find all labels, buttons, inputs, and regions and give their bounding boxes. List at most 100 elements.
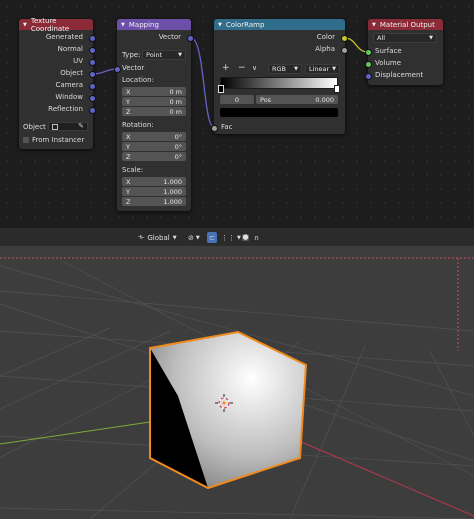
scale-z-value: 1.000 [163, 197, 182, 206]
location-z-value: 0 m [169, 107, 182, 116]
material-output-node[interactable]: ▼ Material Output All ▼ Surface Volume D… [365, 19, 443, 85]
color-ramp-gradient[interactable] [220, 77, 338, 89]
color-ramp-input-fac: Fac [221, 123, 233, 131]
render-target-dropdown[interactable]: All ▼ [373, 33, 437, 43]
proportional-editing-toggle[interactable]: ● [242, 232, 249, 243]
orientation-value: Global [147, 233, 170, 242]
link-mapping-to-colorramp [190, 37, 215, 128]
socket-color-ramp-in-fac[interactable] [211, 125, 218, 132]
pivot-point-dropdown[interactable]: ⊘ ▼ [188, 232, 200, 243]
axis-label: X [126, 177, 131, 186]
material-output-header[interactable]: ▼ Material Output [368, 19, 443, 30]
output-uv: UV [73, 57, 83, 65]
mapping-type-dropdown[interactable]: Point ▼ [142, 50, 186, 60]
socket-displacement[interactable] [365, 73, 372, 80]
snap-magnet-icon: ⊂ [209, 233, 215, 242]
color-ramp-title: ColorRamp [225, 20, 265, 29]
snap-toggle[interactable]: ⊂ [207, 232, 217, 243]
socket-window[interactable] [89, 95, 96, 102]
texture-coordinate-node[interactable]: ▼ Texture Coordinate Generated Normal UV… [19, 16, 96, 149]
socket-camera[interactable] [89, 83, 96, 90]
color-ramp-header[interactable]: ▼ ColorRamp [214, 19, 345, 30]
scale-y-value: 1.000 [163, 187, 182, 196]
color-stop-black-marker[interactable] [218, 85, 224, 93]
axis-label: Y [126, 142, 130, 151]
axis-label: X [126, 132, 131, 141]
collapse-triangle-icon[interactable]: ▼ [121, 22, 125, 28]
proportional-falloff-dropdown[interactable]: ∩ [254, 232, 259, 243]
scale-y-field[interactable]: Y 1.000 [122, 187, 186, 196]
snap-increment-icon: ⋮⋮ [221, 233, 235, 242]
socket-uv[interactable] [89, 59, 96, 66]
location-z-field[interactable]: Z 0 m [122, 107, 186, 116]
socket-object[interactable] [89, 71, 96, 78]
eyedropper-icon[interactable]: ✎ [78, 122, 84, 130]
mapping-input-vector: Vector [122, 64, 145, 72]
object-origin [222, 401, 226, 405]
location-y-value: 0 m [169, 97, 182, 106]
rotation-z-field[interactable]: Z 0° [122, 152, 186, 161]
interpolation-dropdown[interactable]: Linear ▼ [305, 64, 340, 74]
from-instancer-label: From Instancer [32, 136, 85, 144]
render-target-value: All [377, 34, 386, 42]
mapping-node[interactable]: ▼ Mapping Vector Type: Point ▼ Vector Lo… [114, 19, 194, 211]
proportional-editing-icon: ● [242, 233, 249, 241]
axis-label: Z [126, 197, 131, 206]
color-stop-white-marker[interactable] [334, 85, 340, 93]
location-y-field[interactable]: Y 0 m [122, 97, 186, 106]
chevron-down-icon: ▼ [178, 52, 182, 58]
add-stop-button[interactable]: + [222, 63, 230, 73]
color-ramp-node[interactable]: ▼ ColorRamp Color Alpha + − ∨ RGB ▼ Line… [211, 19, 348, 134]
rotation-x-value: 0° [174, 132, 182, 141]
color-ramp-output-alpha: Alpha [315, 45, 335, 53]
viewport-scene [0, 257, 474, 519]
mapping-output-vector: Vector [158, 33, 181, 41]
shader-node-editor[interactable]: ▼ Texture Coordinate Generated Normal UV… [0, 0, 474, 228]
chevron-down-icon: ▼ [332, 66, 336, 72]
rotation-y-field[interactable]: Y 0° [122, 142, 186, 151]
collapse-triangle-icon[interactable]: ▼ [218, 22, 222, 28]
axis-label: X [126, 87, 131, 96]
socket-color-ramp-out-alpha[interactable] [341, 47, 348, 54]
axis-label: Z [126, 107, 131, 116]
mapping-header[interactable]: ▼ Mapping [117, 19, 191, 30]
collapse-triangle-icon[interactable]: ▼ [23, 22, 27, 28]
collapse-triangle-icon[interactable]: ▼ [372, 22, 376, 28]
3d-viewport[interactable] [0, 246, 474, 519]
texture-coordinate-title: Texture Coordinate [30, 16, 70, 33]
stop-color-swatch[interactable] [220, 108, 338, 117]
output-normal: Normal [57, 45, 83, 53]
input-surface: Surface [375, 47, 402, 55]
chevron-down-icon: ▼ [294, 66, 298, 72]
scale-x-field[interactable]: X 1.000 [122, 177, 186, 186]
selected-cube[interactable] [149, 330, 308, 490]
snap-target-dropdown[interactable]: ⋮⋮ ▼ [221, 232, 241, 243]
socket-color-ramp-out-color[interactable] [341, 35, 348, 42]
texture-coordinate-header[interactable]: ▼ Texture Coordinate [19, 16, 93, 33]
scale-z-field[interactable]: Z 1.000 [122, 197, 186, 206]
socket-reflection[interactable] [89, 107, 96, 114]
input-displacement: Displacement [375, 71, 424, 79]
socket-mapping-in-vector[interactable] [114, 66, 121, 73]
transform-orientation-dropdown[interactable]: ⟛ Global ▼ [138, 232, 177, 243]
location-x-field[interactable]: X 0 m [122, 87, 186, 96]
from-instancer-checkbox[interactable] [23, 137, 29, 143]
rotation-x-field[interactable]: X 0° [122, 132, 186, 141]
remove-stop-button[interactable]: − [238, 63, 246, 73]
ramp-menu-button[interactable]: ∨ [252, 64, 257, 72]
axis-label: Y [126, 187, 130, 196]
mapping-type-value: Point [146, 51, 163, 59]
color-mode-dropdown[interactable]: RGB ▼ [268, 64, 302, 74]
viewport-header: ⟛ Global ▼ ⊘ ▼ ⊂ ⋮⋮ ▼ ● ∩ [0, 228, 474, 246]
socket-surface[interactable] [365, 49, 372, 56]
socket-normal[interactable] [89, 47, 96, 54]
output-generated: Generated [45, 33, 83, 41]
interpolation-value: Linear [309, 65, 330, 73]
socket-mapping-out-vector[interactable] [187, 35, 194, 42]
object-field[interactable]: ✎ [48, 122, 88, 131]
axis-label: Y [126, 97, 130, 106]
active-stop-index-field[interactable]: 0 [220, 95, 254, 104]
socket-volume[interactable] [365, 61, 372, 68]
stop-position-field[interactable]: Pos 0.000 [256, 95, 338, 104]
socket-generated[interactable] [89, 35, 96, 42]
